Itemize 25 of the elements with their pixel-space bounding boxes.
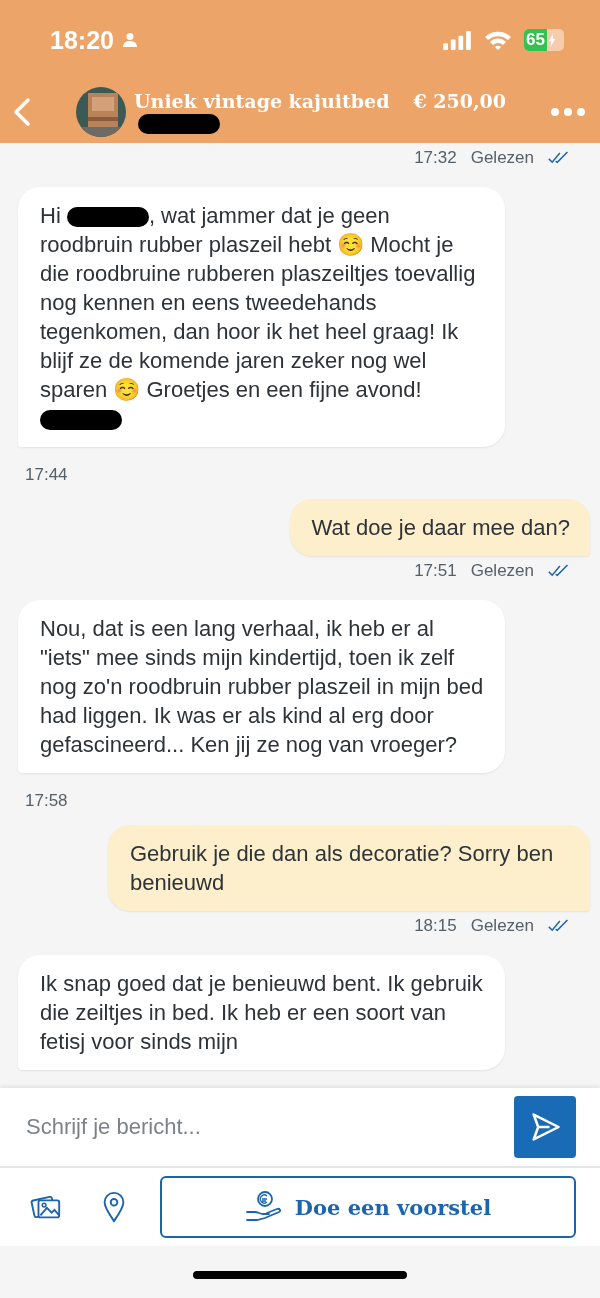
message-text: Ik snap goed dat je benieuwd bent. Ik gebruik die zeiltjes in bed. Ik heb er een soort van fetisj voor sinds mijn xyxy=(40,970,484,1056)
message-time: 18:15 xyxy=(414,916,457,936)
read-status: Gelezen xyxy=(470,561,534,581)
message-text: Hi , wat jammer dat je geen roodbruin rubber plaszeil hebt ☺ Mocht je die roodbruine rubberen plaszeiltjes toevallig nog kennen en eens tweedehands tegenkomen, dan hoor ik het heel graag! Ik blijf ze de komende jaren zeker nog wel sparen ☺ Groetjes en een fijne avond! xyxy=(40,201,485,433)
message-time: 17:51 xyxy=(414,561,457,581)
signal-icon xyxy=(443,30,472,50)
read-status: Gelezen xyxy=(470,916,534,936)
battery-icon: 65 xyxy=(524,29,564,51)
message-time: 17:58 xyxy=(25,791,68,810)
message-text: Gebruik je die dan als decoratie? Sorry ben benieuwd xyxy=(130,840,555,897)
message-time: 17:44 xyxy=(25,465,68,484)
send-button[interactable] xyxy=(514,1096,576,1158)
message-input[interactable]: Schrijf je bericht... xyxy=(24,1113,514,1141)
person-icon xyxy=(121,32,138,48)
listing-price: € 250,00 xyxy=(413,89,506,112)
message-field[interactable]: Schrijf je bericht... xyxy=(0,1088,600,1168)
message-text: Wat doe je daar mee dan? xyxy=(311,514,570,542)
message-text: Nou, dat is een lang verhaal, ik heb er al "iets" mee sinds mijn kindertijd, toen ik zelf nog zo'n roodbruin rubber plaszeil in mijn bed had liggen. Ik was er als kind al erg door gefascineerd... Ken jij ze nog van vroeger? xyxy=(40,615,485,759)
read-status: Gelezen xyxy=(470,148,534,168)
wifi-icon xyxy=(484,30,512,50)
status-time: 18:20 xyxy=(50,25,114,55)
offer-button[interactable]: Doe een voorstel xyxy=(160,1176,576,1238)
location-pin-icon[interactable] xyxy=(102,1191,126,1223)
listing-title: Uniek vintage kajuitbed xyxy=(134,89,390,112)
message-time: 17:32 xyxy=(414,148,457,168)
